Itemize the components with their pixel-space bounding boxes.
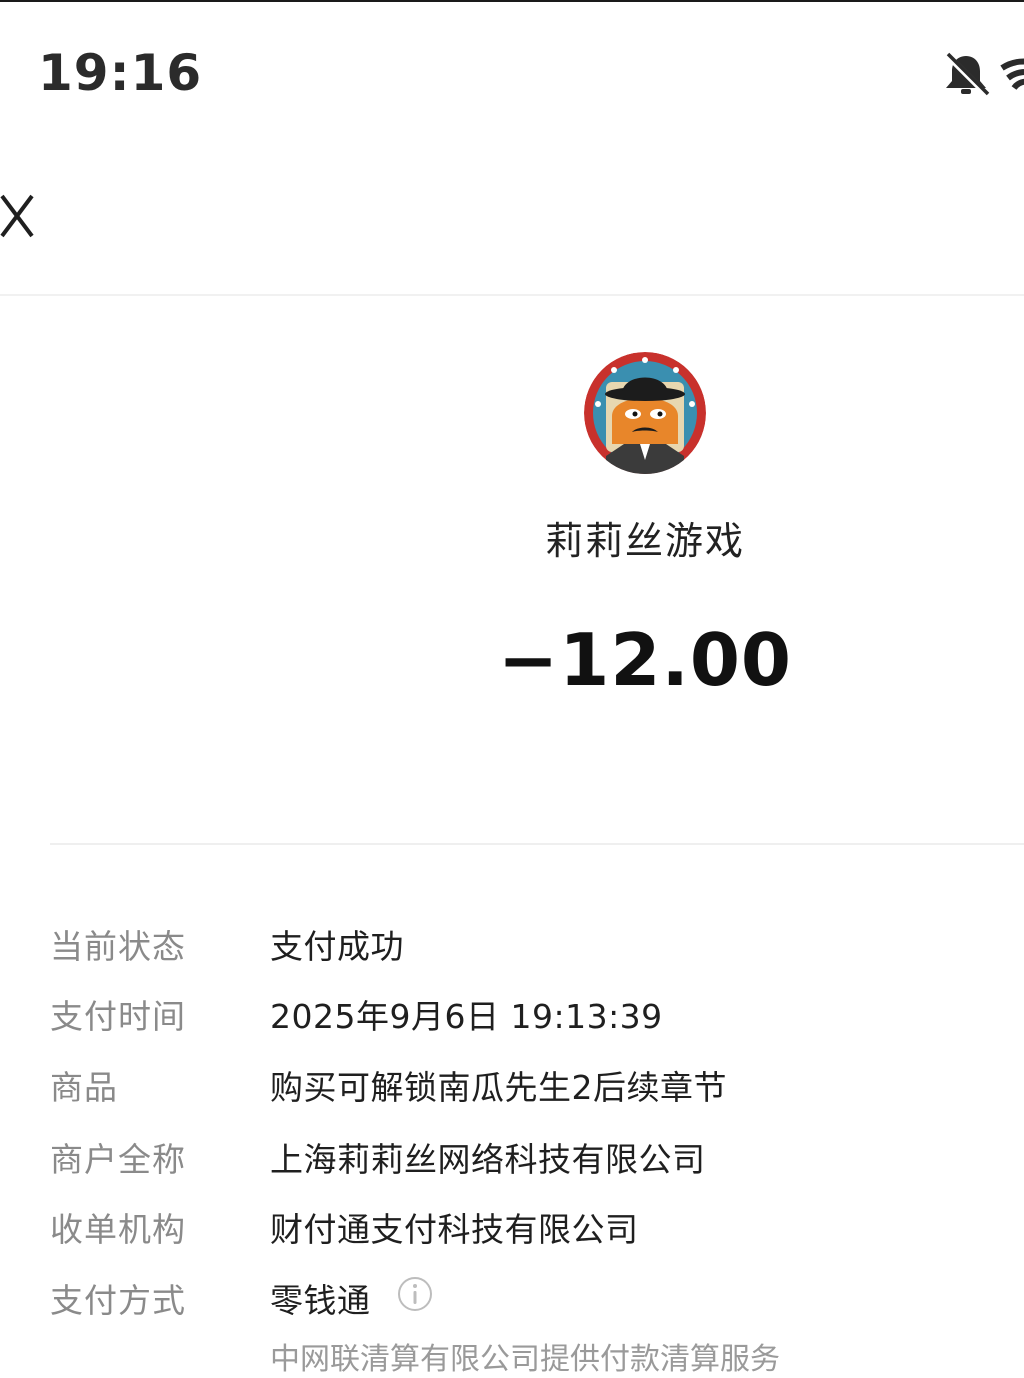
detail-label: 商品 [50,1068,118,1107]
status-icons [942,50,1024,100]
detail-value: 支付成功 [270,927,404,966]
detail-row-product: 商品 购买可解锁南瓜先生2后续章节 [0,1041,1024,1107]
detail-label: 当前状态 [50,927,186,966]
detail-value: 上海莉莉丝网络科技有限公司 [270,1140,706,1179]
close-icon [0,194,34,238]
detail-label: 支付时间 [50,997,186,1036]
detail-row-merchant-fullname: 商户全称 上海莉莉丝网络科技有限公司 [0,1113,1024,1179]
detail-value: 财付通支付科技有限公司 [270,1210,639,1249]
detail-label: 收单机构 [50,1210,186,1249]
merchant-name: 莉莉丝游戏 [544,519,745,563]
detail-row-time: 支付时间 2025年9月6日 19:13:39 [0,970,1024,1036]
bell-off-icon [943,51,1024,99]
detail-row-acquirer: 收单机构 财付通支付科技有限公司 [0,1183,1024,1249]
detail-row-payment-method: 支付方式 零钱通 [0,1254,1024,1320]
detail-label: 商户全称 [50,1140,186,1179]
merchant-avatar [584,352,706,474]
wifi-icon [1000,58,1024,90]
merchant-summary: 莉莉丝游戏 −12.00 [0,296,1024,844]
detail-value: 2025年9月6日 19:13:39 [270,997,663,1036]
detail-value: 零钱通 [270,1281,371,1320]
payment-amount: −12.00 [497,618,793,702]
status-bar: 19:16 [0,0,1024,150]
close-button[interactable] [0,192,48,242]
clearing-note: 中网联清算有限公司提供付款清算服务 [270,1342,780,1377]
status-time: 19:16 [38,44,203,102]
detail-label: 支付方式 [50,1281,186,1320]
detail-value: 购买可解锁南瓜先生2后续章节 [270,1068,727,1107]
info-icon[interactable] [397,1276,433,1312]
detail-row-status: 当前状态 支付成功 [0,900,1024,966]
details-divider [50,843,1024,845]
